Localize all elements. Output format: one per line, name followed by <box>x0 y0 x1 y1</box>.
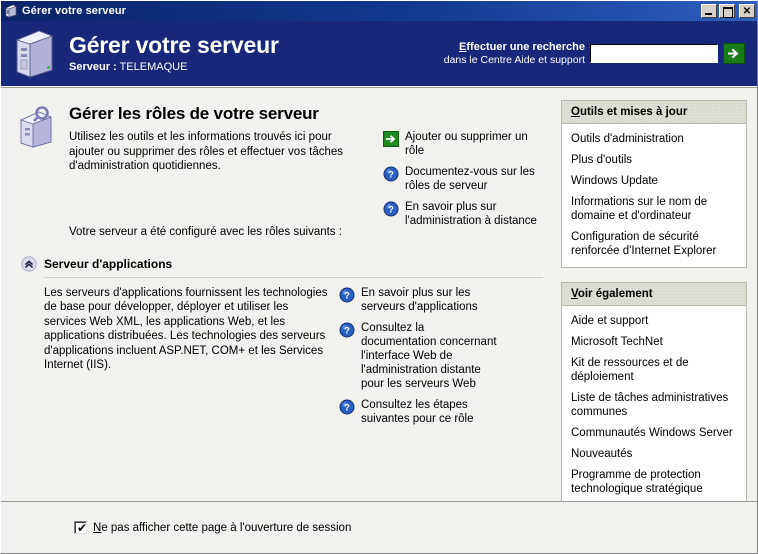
close-icon: ✕ <box>742 6 752 17</box>
intro-columns: Utilisez les outils et les informations … <box>69 130 543 238</box>
search-labels: Effectuer une recherche dans le Centre A… <box>444 41 585 67</box>
help-question-icon: ? <box>339 322 355 338</box>
dont-show-checkbox-row[interactable]: ✔ Ne pas afficher cette page à l'ouvertu… <box>74 521 351 535</box>
sidebar-item-strategic-protection[interactable]: Programme de protection technologique st… <box>571 468 737 496</box>
sidebar-item-ie-security-config[interactable]: Configuration de sécurité renforcée d'In… <box>571 230 737 258</box>
svg-text:?: ? <box>344 402 350 413</box>
sidebar-item-windows-update[interactable]: Windows Update <box>571 174 737 188</box>
window-title: Gérer votre serveur <box>22 5 127 17</box>
search-label-line2: dans le Centre Aide et support <box>443 53 585 66</box>
maximize-button[interactable] <box>719 4 735 18</box>
panel-accel-key: V <box>571 288 578 300</box>
server-tower-icon <box>11 28 57 80</box>
configured-roles-note: Votre serveur a été configuré avec les r… <box>69 225 342 238</box>
svg-text:?: ? <box>388 205 394 216</box>
intro-link-label[interactable]: Ajouter ou supprimer un rôle <box>405 130 543 158</box>
role-columns: Les serveurs d'applications fournissent … <box>15 286 543 433</box>
role-link-list: ? En savoir plus sur les serveurs d'appl… <box>339 286 499 433</box>
svg-text:?: ? <box>344 325 350 336</box>
panel-body: Outils d'administration Plus d'outils Wi… <box>562 124 746 267</box>
search-go-button[interactable] <box>723 43 745 64</box>
intro-body: Gérer les rôles de votre serveur Utilise… <box>59 102 543 238</box>
server-config-icon <box>15 106 59 153</box>
sidebar: Outils et mises à jour Outils d'administ… <box>557 88 757 501</box>
role-header: Serveur d'applications <box>15 255 543 272</box>
server-name-value: TELEMAQUE <box>119 61 188 73</box>
manage-your-server-window: Gérer votre serveur ✕ Gérer votre serveu… <box>0 0 758 554</box>
help-question-icon: ? <box>383 166 399 182</box>
panel-title: Outils et mises à jour <box>562 101 746 124</box>
list-item[interactable]: ? Documentez-vous sur les rôles de serve… <box>383 165 543 193</box>
sidebar-item-communities[interactable]: Communautés Windows Server <box>571 426 737 440</box>
list-item[interactable]: ? Consultez les étapes suivantes pour ce… <box>339 398 499 426</box>
panel-title: Voir également <box>562 283 746 306</box>
help-search-area: Effectuer une recherche dans le Centre A… <box>444 41 745 67</box>
sidebar-item-common-admin-tasks[interactable]: Liste de tâches administratives communes <box>571 391 737 419</box>
panel-body: Aide et support Microsoft TechNet Kit de… <box>562 306 746 501</box>
sidebar-item-technet[interactable]: Microsoft TechNet <box>571 335 737 349</box>
help-question-icon: ? <box>339 399 355 415</box>
footer: ✔ Ne pas afficher cette page à l'ouvertu… <box>1 501 757 553</box>
intro-description: Utilisez les outils et les informations … <box>69 131 344 172</box>
intro-link-label[interactable]: En savoir plus sur l'administration à di… <box>405 200 543 228</box>
help-question-icon: ? <box>339 287 355 303</box>
role-link-label[interactable]: Consultez la documentation concernant l'… <box>361 321 499 391</box>
sidebar-item-resource-kit[interactable]: Kit de ressources et de déploiement <box>571 356 737 384</box>
server-icon <box>4 4 18 18</box>
banner-titles: Gérer votre serveur Serveur : TELEMAQUE <box>69 32 444 75</box>
svg-text:?: ? <box>388 170 394 181</box>
list-item[interactable]: ? En savoir plus sur l'administration à … <box>383 200 543 228</box>
panel-title-rest: oir également <box>577 288 653 300</box>
minimize-button[interactable] <box>701 4 717 18</box>
svg-text:?: ? <box>344 290 350 301</box>
sidebar-item-whats-new[interactable]: Nouveautés <box>571 447 737 461</box>
role-section-application-server: Serveur d'applications Les serveurs d'ap… <box>15 255 543 433</box>
checkmark-icon: ✔ <box>77 521 88 535</box>
page-title: Gérer les rôles de votre serveur <box>69 104 319 123</box>
close-button[interactable]: ✕ <box>739 4 755 18</box>
list-item[interactable]: Ajouter ou supprimer un rôle <box>383 130 543 158</box>
content-area: Gérer les rôles de votre serveur Utilise… <box>1 87 757 501</box>
role-title: Serveur d'applications <box>44 256 173 271</box>
role-description: Les serveurs d'applications fournissent … <box>44 286 328 372</box>
panel-title-rest: utils et mises à jour <box>579 106 688 118</box>
sidebar-item-admin-tools[interactable]: Outils d'administration <box>571 132 737 146</box>
list-item[interactable]: ? Consultez la documentation concernant … <box>339 321 499 391</box>
panel-accel-key: O <box>571 106 580 118</box>
help-question-icon: ? <box>383 201 399 217</box>
titlebar-buttons: ✕ <box>701 4 755 18</box>
role-link-label[interactable]: Consultez les étapes suivantes pour ce r… <box>361 398 499 426</box>
dont-show-checkbox[interactable]: ✔ <box>74 521 88 535</box>
intro-block: Gérer les rôles de votre serveur Utilise… <box>15 102 543 238</box>
panel-see-also: Voir également Aide et support Microsoft… <box>561 282 747 501</box>
list-item[interactable]: ? En savoir plus sur les serveurs d'appl… <box>339 286 499 314</box>
search-label-line1-rest: ffectuer une recherche <box>466 40 585 53</box>
role-divider <box>44 276 543 278</box>
banner-server-line: Serveur : TELEMAQUE <box>69 60 444 75</box>
main-column: Gérer les rôles de votre serveur Utilise… <box>1 88 557 501</box>
server-prefix-label: Serveur : <box>69 61 117 73</box>
titlebar: Gérer votre serveur ✕ <box>1 1 757 21</box>
role-link-label[interactable]: En savoir plus sur les serveurs d'applic… <box>361 286 499 314</box>
chevron-up-circle-icon[interactable] <box>21 255 37 272</box>
search-input[interactable] <box>590 44 718 63</box>
sidebar-item-more-tools[interactable]: Plus d'outils <box>571 153 737 167</box>
green-arrow-icon <box>383 131 399 147</box>
dont-show-checkbox-label: Ne pas afficher cette page à l'ouverture… <box>93 522 351 534</box>
intro-link-label[interactable]: Documentez-vous sur les rôles de serveur <box>405 165 543 193</box>
panel-tools-and-updates: Outils et mises à jour Outils d'administ… <box>561 100 747 268</box>
green-arrow-icon <box>728 48 739 59</box>
checkbox-label-rest: e pas afficher cette page à l'ouverture … <box>101 521 352 534</box>
sidebar-item-help-support[interactable]: Aide et support <box>571 314 737 328</box>
sidebar-item-domain-info[interactable]: Informations sur le nom de domaine et d'… <box>571 195 737 223</box>
banner-title: Gérer votre serveur <box>69 32 279 58</box>
search-label-line1: Effectuer une recherche <box>444 41 585 54</box>
header-banner: Gérer votre serveur Serveur : TELEMAQUE … <box>1 21 757 87</box>
intro-link-list: Ajouter ou supprimer un rôle ? Documente… <box>383 130 543 238</box>
